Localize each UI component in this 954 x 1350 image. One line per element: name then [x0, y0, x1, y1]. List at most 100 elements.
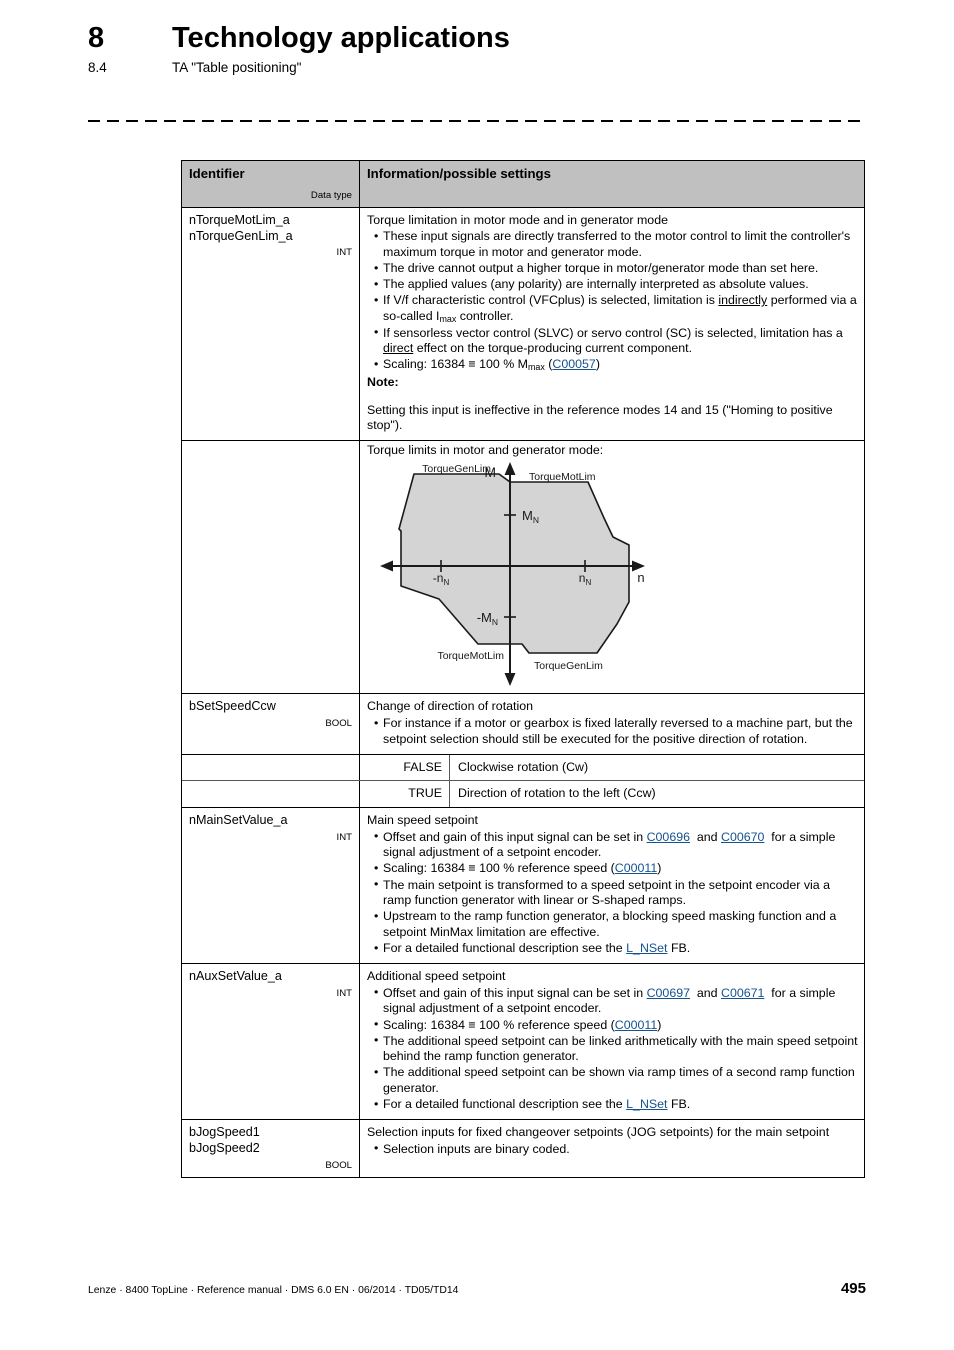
link-c00011[interactable]: C00011 — [615, 1018, 657, 1032]
list-item: These input signals are directly transfe… — [374, 229, 858, 260]
label-torque-mot-lim-bottom: TorqueMotLim — [437, 650, 504, 662]
link-c00011[interactable]: C00011 — [615, 861, 657, 875]
information-lead: Additional speed setpoint — [367, 969, 506, 984]
table-row: nMainSetValue_a INT Main speed setpoint … — [182, 808, 864, 965]
identifier-cell-bsetspeedccw: bSetSpeedCcw BOOL — [182, 694, 360, 754]
page-number: 495 — [840, 1280, 866, 1297]
identifier-cell-nauxsetvalue: nAuxSetValue_a INT — [182, 964, 360, 1120]
option-row: FALSE Clockwise rotation (Cw) — [360, 754, 864, 781]
page-footer: Lenze · 8400 TopLine · Reference manual … — [88, 1280, 866, 1297]
identifier-name: nAuxSetValue_a — [189, 969, 282, 984]
table-row-option: TRUE Direction of rotation to the left (… — [182, 781, 864, 809]
identifier-cell-empty — [182, 440, 360, 694]
identifier-name: bSetSpeedCcw — [189, 699, 276, 714]
chapter-number: 8 — [88, 22, 105, 54]
information-cell-nmainsetvalue: Main speed setpoint Offset and gain of t… — [360, 808, 864, 963]
section-number: 8.4 — [88, 60, 107, 75]
list-item: Selection inputs are binary coded. — [374, 1141, 858, 1158]
option-key-false: FALSE — [360, 754, 450, 781]
table-header-datatype: Data type — [310, 189, 352, 201]
axis-x-arrow-left — [380, 560, 393, 572]
table-row: nTorqueMotLim_a nTorqueGenLim_a INT Torq… — [182, 207, 864, 441]
link-c00670[interactable]: C00670 — [721, 830, 764, 844]
identifier-datatype: INT — [336, 247, 352, 259]
identifier-datatype: BOOL — [325, 1160, 352, 1172]
list-item: The main setpoint is transformed to a sp… — [374, 877, 858, 909]
torque-limits-diagram: M n MN -MN nN -nN TorqueGenLim TorqueMot… — [380, 462, 645, 687]
list-item: Upstream to the ramp function generator,… — [374, 909, 858, 940]
option-key-true: TRUE — [360, 781, 450, 808]
list-item: Scaling: 16384 ≡ 100 % Mmax (C00057) — [374, 357, 858, 373]
information-lead: Change of direction of rotation — [367, 699, 534, 714]
link-c00671[interactable]: C00671 — [721, 986, 764, 1000]
list-item: Scaling: 16384 ≡ 100 % reference speed (… — [374, 861, 858, 877]
identifier-datatype: INT — [336, 988, 352, 1000]
label-torque-mot-lim-top: TorqueMotLim — [529, 471, 596, 483]
link-c00696[interactable]: C00696 — [647, 830, 690, 844]
bullet-list: For instance if a motor or gearbox is fi… — [367, 716, 858, 747]
information-cell-diagram: Torque limits in motor and generator mod… — [360, 441, 864, 694]
axis-x-label: n — [637, 570, 644, 585]
table-header-row: Identifier Data type Information/possibl… — [182, 161, 864, 208]
information-cell-torque-limits: Torque limitation in motor mode and in g… — [360, 208, 864, 440]
footer-text: Lenze · 8400 TopLine · Reference manual … — [88, 1285, 459, 1296]
section-heading: 8.4 TA "Table positioning" — [88, 60, 888, 75]
information-cell-bsetspeedccw: Change of direction of rotation For inst… — [360, 694, 864, 753]
diagram-title: Torque limits in motor and generator mod… — [367, 442, 604, 457]
subscript-max: max — [528, 362, 545, 373]
identifier-datatype: INT — [336, 831, 352, 843]
table-header-information: Information/possible settings — [360, 161, 864, 207]
axis-y-arrow-down — [504, 673, 516, 687]
list-item: The drive cannot output a higher torque … — [374, 261, 858, 277]
information-cell-nauxsetvalue: Additional speed setpoint Offset and gai… — [360, 964, 864, 1119]
information-lead: Main speed setpoint — [367, 813, 478, 828]
link-l-nset[interactable]: L_NSet — [626, 1097, 667, 1111]
information-lead: Torque limitation in motor mode and in g… — [367, 212, 668, 227]
identifier-name-secondary: bJogSpeed2 — [189, 1141, 260, 1156]
list-item: For a detailed functional description se… — [374, 1097, 858, 1113]
identifier-name-secondary: nTorqueGenLim_a — [189, 228, 293, 243]
emphasis-indirectly: indirectly — [718, 293, 768, 308]
emphasis-direct: direct — [383, 341, 414, 356]
identifier-cell-nmainsetvalue: nMainSetValue_a INT — [182, 808, 360, 964]
section-title: TA "Table positioning" — [172, 60, 302, 75]
table-header-identifier-cell: Identifier Data type — [182, 161, 360, 207]
label-torque-gen-lim-top: TorqueGenLim — [422, 463, 491, 475]
table-header-identifier: Identifier — [189, 166, 245, 181]
subscript-max: max — [439, 313, 457, 324]
list-item: The additional speed setpoint can be sho… — [374, 1065, 858, 1096]
note-heading: Note: — [367, 374, 399, 389]
note-body: Setting this input is ineffective in the… — [367, 402, 833, 433]
table-row-option: FALSE Clockwise rotation (Cw) — [182, 754, 864, 782]
chapter-heading: 8 Technology applications — [88, 22, 888, 55]
axis-y-arrow-up — [504, 462, 516, 476]
bullet-list: These input signals are directly transfe… — [367, 229, 858, 373]
identifier-cell-empty — [182, 781, 360, 808]
table-row: bJogSpeed1 bJogSpeed2 BOOL Selection inp… — [182, 1120, 864, 1178]
list-item: For instance if a motor or gearbox is fi… — [374, 716, 858, 747]
identifier-cell-bjogspeed: bJogSpeed1 bJogSpeed2 BOOL — [182, 1120, 360, 1178]
parameter-table: Identifier Data type Information/possibl… — [181, 160, 865, 1179]
bullet-list: Offset and gain of this input signal can… — [367, 829, 858, 957]
list-item: Offset and gain of this input signal can… — [374, 829, 858, 861]
list-item: The applied values (any polarity) are in… — [374, 277, 858, 293]
information-cell-option-false: FALSE Clockwise rotation (Cw) — [360, 754, 864, 781]
information-cell-option-true: TRUE Direction of rotation to the left (… — [360, 781, 864, 808]
link-l-nset[interactable]: L_NSet — [626, 941, 667, 955]
option-value-false: Clockwise rotation (Cw) — [458, 759, 589, 774]
document-page: 8 Technology applications 8.4 TA "Table … — [0, 0, 954, 1350]
chapter-title: Technology applications — [172, 22, 510, 54]
page-header: 8 Technology applications 8.4 TA "Table … — [88, 22, 888, 75]
torque-envelope-polygon — [398, 473, 630, 655]
table-row: nAuxSetValue_a INT Additional speed setp… — [182, 964, 864, 1121]
identifier-datatype: BOOL — [325, 718, 352, 730]
bullet-list: Offset and gain of this input signal can… — [367, 985, 858, 1113]
information-cell-bjogspeed: Selection inputs for fixed changeover se… — [360, 1120, 864, 1177]
list-item: If V/f characteristic control (VFCplus) … — [374, 293, 858, 325]
link-c00057[interactable]: C00057 — [552, 357, 595, 371]
table-row: bSetSpeedCcw BOOL Change of direction of… — [182, 694, 864, 755]
list-item: The additional speed setpoint can be lin… — [374, 1033, 858, 1065]
option-value-true: Direction of rotation to the left (Ccw) — [458, 786, 656, 801]
link-c00697[interactable]: C00697 — [647, 986, 690, 1000]
label-torque-gen-lim-bottom: TorqueGenLim — [534, 660, 603, 672]
